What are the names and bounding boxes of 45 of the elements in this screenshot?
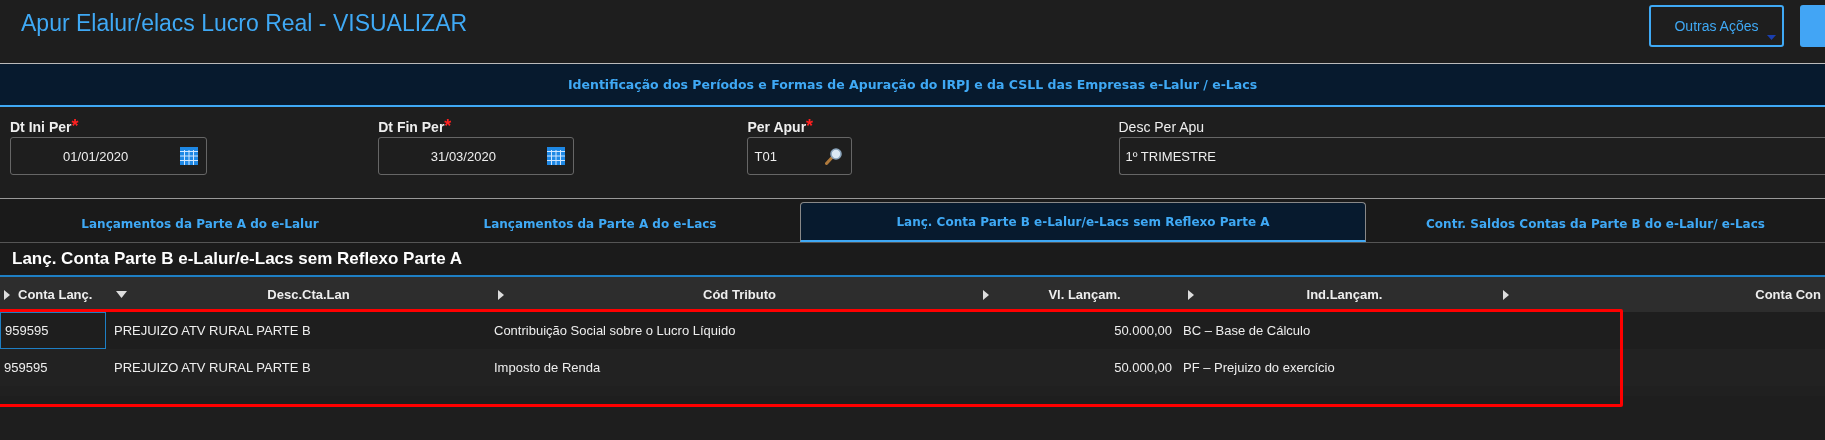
input-field[interactable]: T01	[747, 137, 852, 175]
grid-title: Lanç. Conta Parte B e-Lalur/e-Lacs sem Reflexo Parte A	[12, 249, 463, 269]
table-cell-text: Contribuição Social sobre o Lucro Líquido	[493, 322, 737, 340]
tab[interactable]: Contr. Saldos Contas da Parte B do e-Lalur/ e-Lacs	[1366, 204, 1825, 242]
more-actions-button[interactable]: Outras Ações	[1649, 5, 1784, 47]
caret-down-icon[interactable]	[116, 291, 127, 298]
column-header[interactable]: Cód Tributo	[490, 277, 975, 312]
required-marker: *	[806, 119, 814, 133]
required-marker: *	[71, 119, 79, 133]
tab[interactable]: Lançamentos da Parte A do e-Lalur	[0, 204, 400, 242]
column-header[interactable]: Vl. Lançam.	[975, 277, 1180, 312]
tab[interactable]: Lanç. Conta Parte B e-Lalur/e-Lacs sem Reflexo Parte A	[800, 202, 1366, 242]
input-field[interactable]: 01/01/2020	[10, 137, 208, 175]
tab[interactable]: Lançamentos da Parte A do e-Lacs	[400, 204, 800, 242]
section-header: Identificação dos Períodos e Formas de Apuração do IRPJ e da CSLL das Empresas e-Lalur / e-Lacs	[567, 77, 1258, 92]
column-header[interactable]: Conta Con	[1495, 277, 1825, 312]
required-marker: *	[444, 119, 452, 133]
table-cell-text: Imposto de Renda	[493, 359, 602, 377]
caret-right-icon[interactable]	[498, 289, 504, 300]
caret-right-icon[interactable]	[4, 289, 10, 300]
table-cell-text: 959595	[3, 359, 49, 377]
search-icon[interactable]	[824, 147, 843, 165]
column-header[interactable]: Desc.Cta.Lan	[106, 277, 490, 312]
column-header[interactable]: Conta Lanç.	[0, 277, 106, 312]
field-label: Dt Ini Per	[10, 119, 72, 135]
table-cell-text: BC – Base de Cálculo	[1182, 322, 1312, 340]
table-cell-text: 50.000,00	[1113, 322, 1173, 340]
caret-right-icon[interactable]	[1503, 289, 1509, 300]
table-cell: 959595	[0, 312, 106, 349]
caret-right-icon[interactable]	[1188, 289, 1194, 300]
table-cell-text: 50.000,00	[1113, 359, 1173, 377]
field-label: Per Apur	[747, 119, 807, 135]
caret-right-icon[interactable]	[983, 289, 989, 300]
page-title: Apur Elalur/elacs Lucro Real - VISUALIZAR	[21, 10, 468, 37]
input-field[interactable]: 31/03/2020	[378, 137, 575, 175]
calendar-icon[interactable]	[180, 147, 199, 165]
table-cell-text: PREJUIZO ATV RURAL PARTE B	[113, 359, 312, 377]
column-header[interactable]: Ind.Lançam.	[1180, 277, 1495, 312]
input-field[interactable]: 1º TRIMESTRE	[1118, 137, 1825, 175]
calendar-icon[interactable]	[547, 147, 566, 165]
table-cell-text: PREJUIZO ATV RURAL PARTE B	[113, 322, 312, 340]
field-label: Desc Per Apu	[1118, 119, 1205, 135]
table-cell-text: PF – Prejuizo do exercício	[1182, 359, 1336, 377]
caret-icon	[1767, 35, 1776, 40]
field-label: Dt Fin Per	[378, 119, 445, 135]
